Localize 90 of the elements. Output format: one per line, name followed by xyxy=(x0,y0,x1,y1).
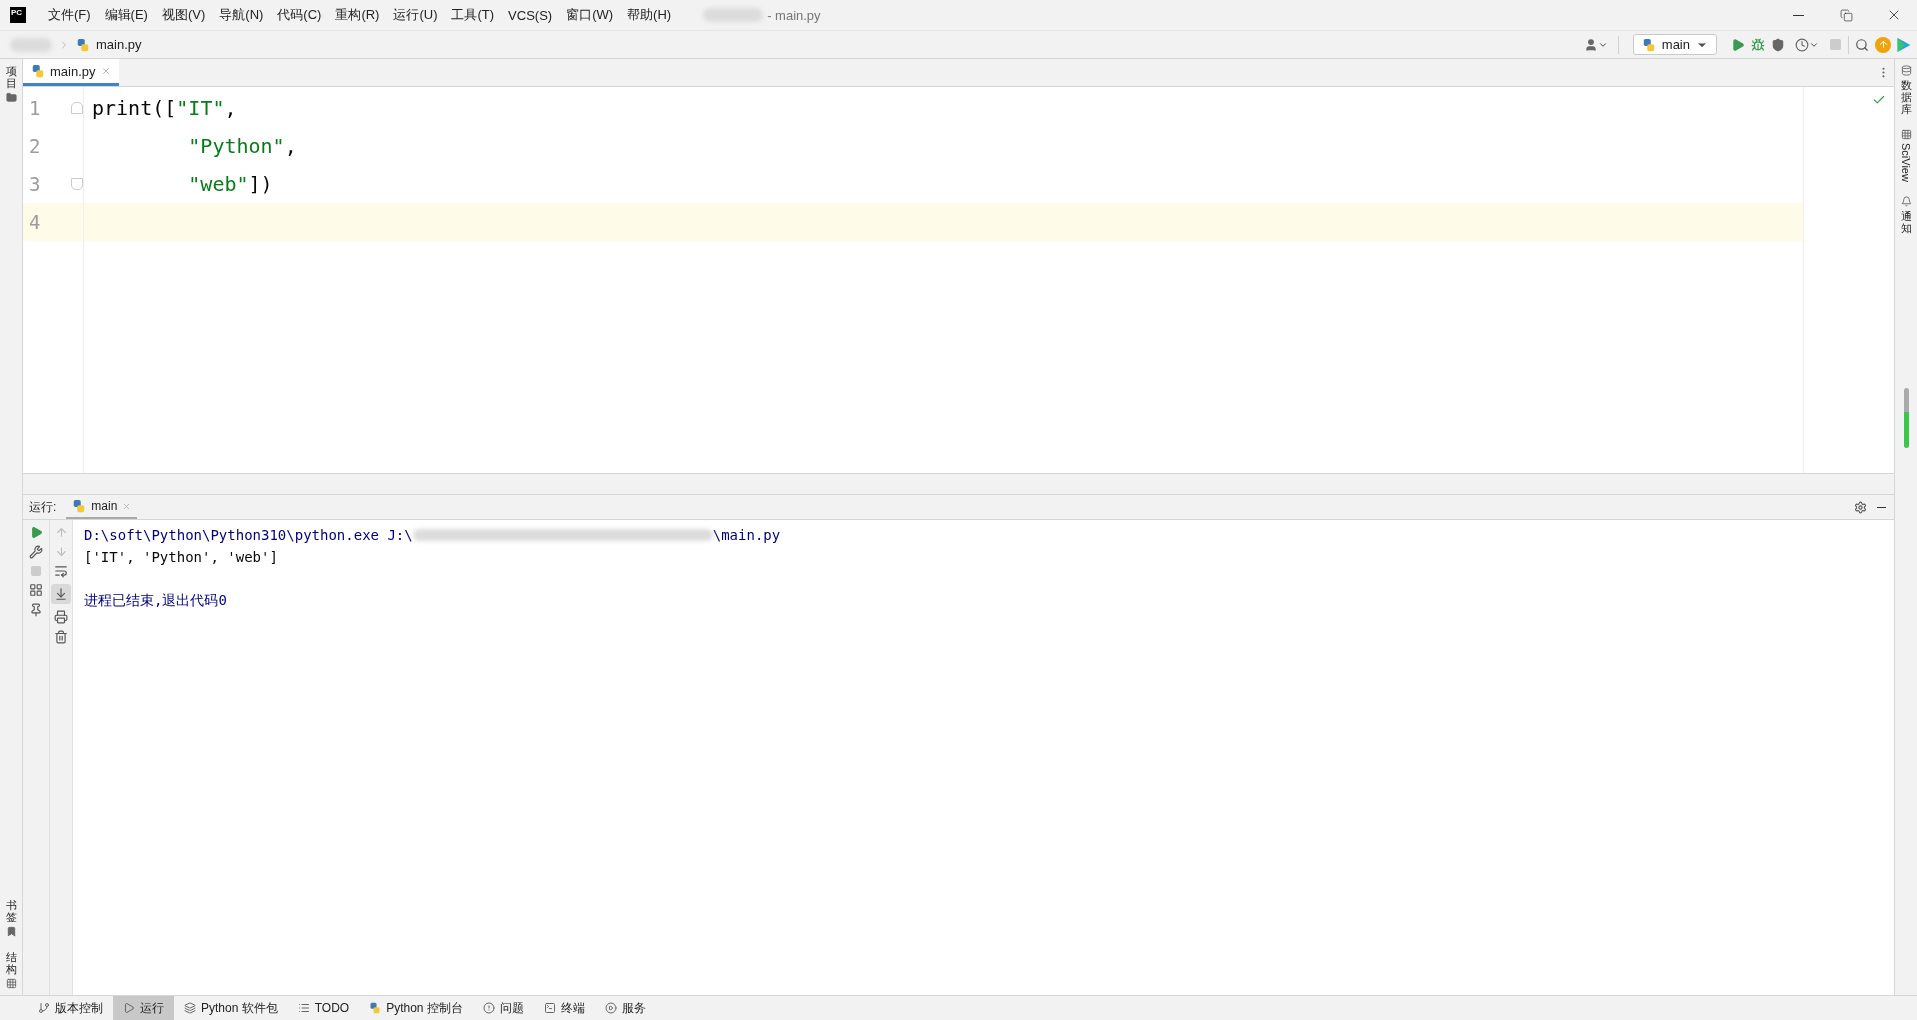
tool-window-tab[interactable]: Python 控制台 xyxy=(359,996,473,1020)
arrow-up-icon xyxy=(1877,39,1889,50)
line-number: 3 xyxy=(29,173,41,195)
tool-window-button[interactable]: SciView xyxy=(1900,129,1912,183)
tool-window-tab[interactable]: Python 软件包 xyxy=(174,996,288,1020)
layers-icon xyxy=(184,1002,196,1014)
bell-icon xyxy=(1900,196,1912,208)
editor-tab[interactable]: main.py xyxy=(23,59,119,86)
window-title: - main.py xyxy=(767,7,821,23)
tool-window-tab[interactable]: 服务 xyxy=(594,996,656,1020)
console-text: 进程已结束,退出代码0 xyxy=(84,592,227,610)
menu-item[interactable]: 重构(R) xyxy=(329,6,386,24)
minimize-icon xyxy=(1792,14,1804,16)
grid-icon xyxy=(5,978,17,989)
python-icon xyxy=(1641,37,1656,52)
panel-label: 运行: xyxy=(29,498,57,516)
close-icon xyxy=(100,66,111,76)
shield-icon[interactable] xyxy=(1771,37,1785,52)
clock-icon xyxy=(1795,37,1809,52)
tool-window-tab[interactable]: 终端 xyxy=(533,996,595,1020)
console-text: D:\soft\Python\Python310\python.exe J:\ xyxy=(84,527,413,543)
grid-icon xyxy=(1900,129,1912,141)
menu-item[interactable]: 导航(N) xyxy=(213,6,270,24)
menu-item[interactable]: 运行(U) xyxy=(387,6,444,24)
python-icon xyxy=(76,37,90,52)
fold-marker[interactable] xyxy=(71,102,83,114)
menu-item[interactable]: 文件(F) xyxy=(42,6,97,24)
alert-icon xyxy=(482,1002,495,1014)
settings-icon[interactable] xyxy=(1854,500,1867,514)
fold-marker[interactable] xyxy=(71,178,83,190)
python-icon xyxy=(72,499,87,513)
print-icon[interactable] xyxy=(54,610,68,624)
plugin-logo[interactable] xyxy=(1897,37,1911,52)
tool-window-tab[interactable]: TODO xyxy=(287,996,360,1020)
rerun-icon[interactable] xyxy=(29,526,43,539)
arrow-down-icon[interactable] xyxy=(54,545,68,558)
tool-window-tab[interactable]: 版本控制 xyxy=(28,996,113,1020)
trash-icon[interactable] xyxy=(54,630,68,644)
restore-icon xyxy=(1839,8,1853,22)
tool-window-button[interactable]: 书签 xyxy=(5,898,17,937)
tool-window-button[interactable]: 结构 xyxy=(5,950,17,989)
app-logo: PC xyxy=(10,7,26,23)
breadcrumb-item[interactable]: main.py xyxy=(96,37,142,52)
tool-window-button[interactable]: 通知 xyxy=(1900,196,1912,235)
layout-icon[interactable] xyxy=(29,583,43,597)
scroll-marker xyxy=(1903,388,1909,449)
menu-item[interactable]: 视图(V) xyxy=(155,6,212,24)
menu-item[interactable]: 工具(T) xyxy=(445,6,501,24)
code-line: "Python", xyxy=(187,134,297,158)
tool-window-tab[interactable]: 运行 xyxy=(113,996,174,1020)
run-configuration-dropdown[interactable]: main xyxy=(1632,34,1717,55)
menu-item[interactable]: 代码(C) xyxy=(271,6,328,24)
menu-item[interactable]: 编辑(E) xyxy=(98,6,154,24)
database-icon xyxy=(1900,65,1912,76)
python-icon xyxy=(31,64,45,78)
update-button[interactable] xyxy=(1875,36,1891,53)
console-text: ['IT', 'Python', 'web'] xyxy=(84,549,278,565)
minimize-icon[interactable] xyxy=(1877,506,1886,508)
branch-icon xyxy=(38,1002,50,1014)
line-number: 1 xyxy=(29,97,41,119)
close-icon xyxy=(122,501,132,511)
arrow-up-icon[interactable] xyxy=(54,526,68,539)
list-icon xyxy=(297,1002,310,1014)
console-text: \main.py xyxy=(712,527,781,543)
play-icon xyxy=(123,1002,135,1014)
wrench-icon[interactable] xyxy=(29,545,43,559)
folder-icon xyxy=(5,92,17,104)
line-number: 2 xyxy=(29,135,41,157)
pin-icon[interactable] xyxy=(29,603,43,617)
arrow-down-to-line-icon xyxy=(54,587,68,601)
tool-window-button[interactable]: 数据库 xyxy=(1900,65,1912,116)
python-icon xyxy=(369,1002,382,1014)
terminal-icon xyxy=(543,1002,556,1014)
menu-item[interactable]: 窗口(W) xyxy=(560,6,620,24)
code-line: print(["IT", xyxy=(92,96,237,120)
menu-item[interactable]: 帮助(H) xyxy=(621,6,678,24)
run-icon[interactable] xyxy=(1731,37,1745,52)
code-line: "web"]) xyxy=(187,172,273,196)
bookmark-icon xyxy=(5,925,17,937)
check-icon xyxy=(1872,93,1886,107)
tool-window-tab[interactable]: 问题 xyxy=(472,996,534,1020)
search-icon[interactable] xyxy=(1855,37,1869,52)
play-circle-icon xyxy=(604,1002,617,1014)
menu-item[interactable]: VCS(S) xyxy=(502,7,559,23)
line-number: 4 xyxy=(29,211,41,233)
bug-icon[interactable] xyxy=(1751,37,1765,52)
user-icon xyxy=(1583,37,1598,52)
scroll-to-end-button[interactable] xyxy=(51,584,71,604)
tool-window-button[interactable]: 项目 xyxy=(5,65,17,104)
soft-wrap-icon[interactable] xyxy=(54,564,68,578)
